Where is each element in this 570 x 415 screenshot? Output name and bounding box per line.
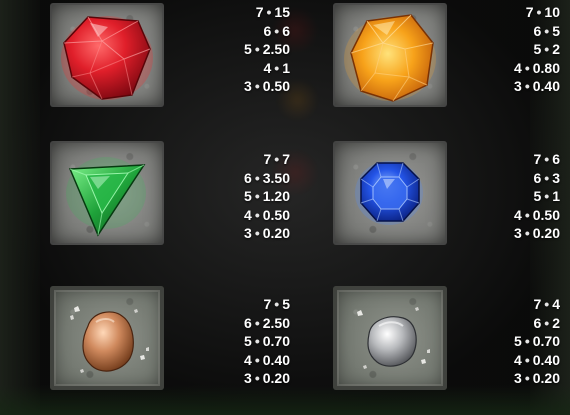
red-gem-icon <box>61 16 153 100</box>
copper-nugget-icon <box>70 306 149 373</box>
pay-line: 3 • 0.20 <box>244 225 290 241</box>
orange-gem-pays: 7 • 10 6 • 5 5 • 2 4 • 0.80 3 • 0.40 <box>470 3 560 96</box>
copper-nugget-tile <box>50 286 164 390</box>
blue-gem-tile <box>333 141 447 245</box>
symbol-silver-nugget: 7 • 4 6 • 2 5 • 0.70 4 • 0.40 3 • 0.20 <box>333 286 560 390</box>
pay-line: 4 • 0.50 <box>514 206 560 223</box>
pay-line: 7 • 4 <box>533 296 561 312</box>
blue-gem-icon <box>355 161 423 225</box>
red-gem-pays: 7 • 15 6 • 6 5 • 2.50 4 • 1 3 • 0.50 <box>200 3 290 96</box>
pay-line: 7 • 15 <box>255 4 290 20</box>
pay-line: 5 • 2.50 <box>244 41 290 57</box>
pay-line: 3 • 0.40 <box>514 78 560 94</box>
pay-line: 6 • 2 <box>533 314 561 331</box>
pay-line: 4 • 1 <box>263 59 291 76</box>
orange-gem-icon <box>344 14 436 102</box>
symbol-blue-gem: 7 • 6 6 • 3 5 • 1 4 • 0.50 3 • 0.20 <box>333 141 560 245</box>
silver-nugget-tile <box>333 286 447 390</box>
silver-nugget-icon <box>357 307 430 369</box>
pay-line: 5 • 0.70 <box>514 333 560 349</box>
pay-line: 4 • 0.40 <box>514 351 560 368</box>
green-gem-tile <box>50 141 164 245</box>
pay-line: 5 • 1 <box>533 188 561 204</box>
pay-line: 3 • 0.20 <box>514 225 560 241</box>
pay-line: 4 • 0.50 <box>244 206 290 223</box>
pay-line: 5 • 0.70 <box>244 333 290 349</box>
left-pillar <box>0 0 40 415</box>
pay-line: 7 • 5 <box>263 296 291 312</box>
pay-line: 3 • 0.20 <box>244 370 290 386</box>
pay-line: 7 • 10 <box>525 4 560 20</box>
silver-nugget-pays: 7 • 4 6 • 2 5 • 0.70 4 • 0.40 3 • 0.20 <box>470 295 560 388</box>
pay-line: 6 • 5 <box>533 22 561 39</box>
pay-line: 5 • 1.20 <box>244 188 290 204</box>
pay-line: 4 • 0.40 <box>244 351 290 368</box>
symbol-copper-nugget: 7 • 5 6 • 2.50 5 • 0.70 4 • 0.40 3 • 0.20 <box>50 286 290 390</box>
pay-line: 6 • 2.50 <box>244 314 290 331</box>
pay-line: 4 • 0.80 <box>514 59 560 76</box>
blue-gem-pays: 7 • 6 6 • 3 5 • 1 4 • 0.50 3 • 0.20 <box>470 150 560 243</box>
red-gem-tile <box>50 3 164 107</box>
pay-line: 7 • 6 <box>533 151 561 167</box>
pay-line: 5 • 2 <box>533 41 561 57</box>
pay-line: 6 • 6 <box>263 22 291 39</box>
pay-line: 3 • 0.20 <box>514 370 560 386</box>
green-gem-pays: 7 • 7 6 • 3.50 5 • 1.20 4 • 0.50 3 • 0.20 <box>200 150 290 243</box>
orange-gem-tile <box>333 3 447 107</box>
symbol-orange-gem: 7 • 10 6 • 5 5 • 2 4 • 0.80 3 • 0.40 <box>333 3 560 107</box>
symbol-red-gem: 7 • 15 6 • 6 5 • 2.50 4 • 1 3 • 0.50 <box>50 3 290 107</box>
symbol-green-gem: 7 • 7 6 • 3.50 5 • 1.20 4 • 0.50 3 • 0.20 <box>50 141 290 245</box>
pay-line: 3 • 0.50 <box>244 78 290 94</box>
green-gem-icon <box>66 157 146 237</box>
pay-line: 6 • 3.50 <box>244 169 290 186</box>
copper-nugget-pays: 7 • 5 6 • 2.50 5 • 0.70 4 • 0.40 3 • 0.20 <box>200 295 290 388</box>
pay-line: 7 • 7 <box>263 151 291 167</box>
pay-line: 6 • 3 <box>533 169 561 186</box>
